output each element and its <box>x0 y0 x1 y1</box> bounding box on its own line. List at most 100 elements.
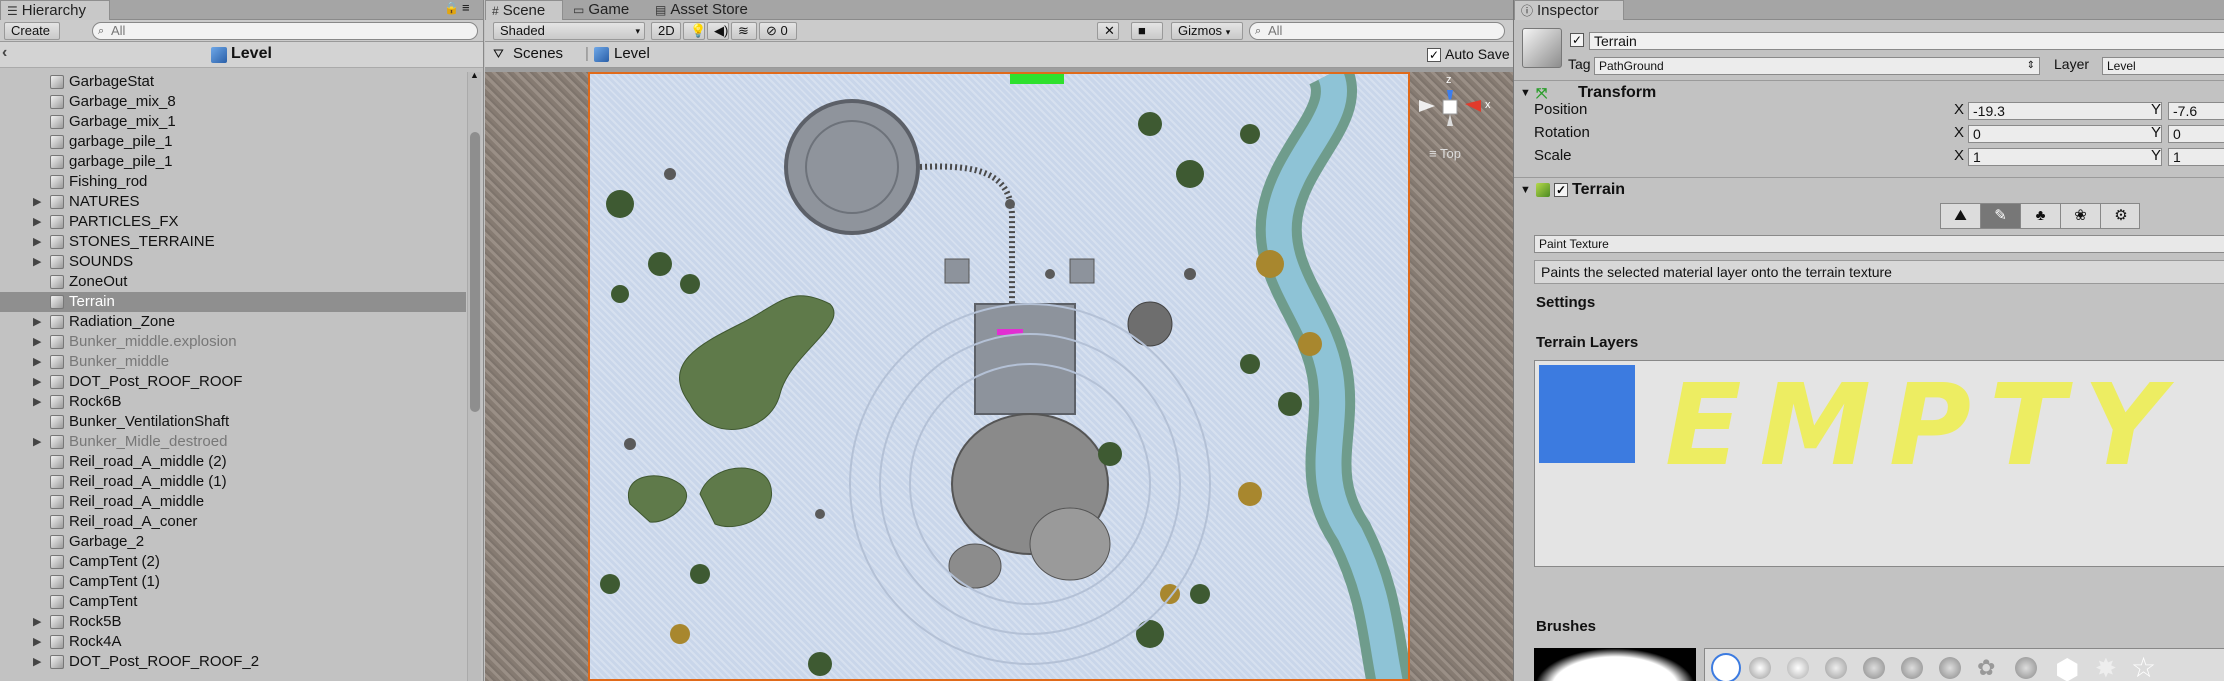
brush-hexagon-icon[interactable]: ⬢ <box>2055 653 2079 681</box>
hierarchy-item[interactable]: ▶ Rock5B <box>0 612 466 632</box>
hierarchy-item[interactable]: ▶ DOT_Post_ROOF_ROOF_2 <box>0 652 466 672</box>
expand-arrow-icon[interactable]: ▶ <box>33 652 41 672</box>
hierarchy-item[interactable]: Fishing_rod <box>0 172 466 192</box>
scrollbar-thumb[interactable] <box>470 132 480 412</box>
tab-asset-store[interactable]: ▤ Asset Store <box>649 0 769 20</box>
hierarchy-item[interactable]: Bunker_VentilationShaft <box>0 412 466 432</box>
hierarchy-item[interactable]: ▶ Radiation_Zone <box>0 312 466 332</box>
expand-arrow-icon[interactable]: ▶ <box>33 432 41 452</box>
hierarchy-item[interactable]: garbage_pile_1 <box>0 152 466 172</box>
terrain-tool-dropdown[interactable]: Paint Texture <box>1534 235 2224 253</box>
hierarchy-item[interactable]: Garbage_mix_8 <box>0 92 466 112</box>
scale-y-field[interactable]: 1 <box>2168 148 2224 166</box>
scene-header[interactable]: ‹ Level <box>0 42 483 68</box>
hierarchy-item[interactable]: Garbage_2 <box>0 532 466 552</box>
hierarchy-item[interactable]: ZoneOut <box>0 272 466 292</box>
position-y-field[interactable]: -7.6 <box>2168 102 2224 120</box>
paint-details-icon[interactable]: ❀ <box>2061 204 2101 228</box>
expand-arrow-icon[interactable]: ▶ <box>33 632 41 652</box>
2d-toggle[interactable]: 2D <box>651 22 681 40</box>
camera-dropdown[interactable]: ■ <box>1131 22 1163 40</box>
brush-noise-icon[interactable] <box>2015 657 2037 679</box>
expand-arrow-icon[interactable]: ▶ <box>33 212 41 232</box>
rotation-y-field[interactable]: 0 <box>2168 125 2224 143</box>
collapse-arrow-icon[interactable]: ▼ <box>1520 178 1531 202</box>
hierarchy-item[interactable]: ▶ PARTICLES_FX <box>0 212 466 232</box>
hierarchy-item[interactable]: CampTent (1) <box>0 572 466 592</box>
collapse-arrow-icon[interactable]: ▼ <box>1520 81 1531 105</box>
hierarchy-item[interactable]: ▶ Bunker_middle <box>0 352 466 372</box>
hierarchy-item[interactable]: Reil_road_A_coner <box>0 512 466 532</box>
tab-scene[interactable]: # Scene <box>485 0 563 20</box>
panel-menu-icon[interactable]: ≡ <box>462 0 470 15</box>
hidden-objects-toggle[interactable]: ⊘ 0 <box>759 22 797 40</box>
hierarchy-item[interactable]: Reil_road_A_middle (1) <box>0 472 466 492</box>
brush-star-outline-icon[interactable]: ☆ <box>2131 651 2156 681</box>
lock-icon[interactable]: 🔒 <box>444 1 459 15</box>
terrain-area[interactable] <box>588 72 1410 681</box>
object-name-field[interactable]: Terrain <box>1589 32 2224 50</box>
layer-dropdown[interactable]: Level <box>2102 57 2224 75</box>
hierarchy-item[interactable]: Reil_road_A_middle (2) <box>0 452 466 472</box>
expand-arrow-icon[interactable]: ▶ <box>33 192 41 212</box>
orientation-gizmo[interactable]: z x ≡ Top <box>1415 74 1495 170</box>
hierarchy-item[interactable]: garbage_pile_1 <box>0 132 466 152</box>
scroll-up-icon[interactable]: ▲ <box>470 70 479 80</box>
hierarchy-item[interactable]: ▶ Bunker_Midle_destroed <box>0 432 466 452</box>
expand-arrow-icon[interactable]: ▶ <box>33 252 41 272</box>
scale-x-field[interactable]: 1 <box>1968 148 2162 166</box>
tools-toggle[interactable]: ✕ <box>1097 22 1119 40</box>
expand-arrow-icon[interactable]: ▶ <box>33 372 41 392</box>
hierarchy-search-input[interactable]: ⌕ All <box>92 22 478 40</box>
active-checkbox[interactable]: ✓ <box>1570 33 1584 47</box>
expand-arrow-icon[interactable]: ▶ <box>33 232 41 252</box>
tab-game[interactable]: ▭ Game <box>567 0 645 20</box>
terrain-component-header[interactable]: ▼ ✓ Terrain <box>1514 177 2224 201</box>
terrain-settings-icon[interactable]: ⚙ <box>2101 204 2141 228</box>
terrain-enabled-checkbox[interactable]: ✓ <box>1554 183 1568 197</box>
hierarchy-item[interactable]: Reil_road_A_middle <box>0 492 466 512</box>
hierarchy-item[interactable]: ▶ STONES_TERRAINE <box>0 232 466 252</box>
brush-noise-icon[interactable] <box>1939 657 1961 679</box>
breadcrumb-scenes[interactable]: Scenes <box>513 45 563 62</box>
breadcrumb-level[interactable]: Level <box>614 45 650 62</box>
expand-arrow-icon[interactable]: ▶ <box>33 612 41 632</box>
hierarchy-item[interactable]: Terrain <box>0 292 466 312</box>
create-button[interactable]: Create ▾ <box>4 22 60 53</box>
effects-dropdown[interactable]: ≋ <box>731 22 757 40</box>
brush-star-icon[interactable]: ✸ <box>2095 653 2117 681</box>
hierarchy-item[interactable]: Garbage_mix_1 <box>0 112 466 132</box>
brush-circle-icon[interactable] <box>1711 653 1741 681</box>
brush-noise-icon[interactable] <box>1901 657 1923 679</box>
expand-arrow-icon[interactable]: ▶ <box>33 332 41 352</box>
hierarchy-scrollbar[interactable]: ▲ <box>467 70 481 681</box>
shading-mode-dropdown[interactable]: Shaded ▾ <box>493 22 645 40</box>
scene-viewport[interactable]: z x ≡ Top <box>485 72 1513 681</box>
auto-save-checkbox[interactable]: ✓ <box>1427 48 1441 62</box>
hierarchy-item[interactable]: ▶ SOUNDS <box>0 252 466 272</box>
tab-hierarchy[interactable]: ☰ Hierarchy <box>0 0 110 20</box>
audio-toggle[interactable]: ◀) <box>707 22 729 40</box>
tag-dropdown[interactable]: PathGround ⇕ <box>1594 57 2040 75</box>
hierarchy-item[interactable]: ▶ NATURES <box>0 192 466 212</box>
rotation-x-field[interactable]: 0 <box>1968 125 2162 143</box>
raise-terrain-icon[interactable]: ⛰ <box>1941 204 1981 228</box>
expand-arrow-icon[interactable]: ▶ <box>33 352 41 372</box>
brush-soft-icon[interactable] <box>1825 657 1847 679</box>
position-x-field[interactable]: -19.3 <box>1968 102 2162 120</box>
lighting-toggle[interactable]: 💡 <box>683 22 706 40</box>
tab-inspector[interactable]: ⓘ Inspector <box>1514 0 1624 20</box>
hierarchy-item[interactable]: CampTent <box>0 592 466 612</box>
brush-soft-icon[interactable] <box>1787 657 1809 679</box>
brush-flower-icon[interactable]: ✿ <box>1977 655 1995 681</box>
hierarchy-item[interactable]: ▶ Bunker_middle.explosion <box>0 332 466 352</box>
back-chevron-icon[interactable]: ‹ <box>2 44 7 62</box>
brush-list[interactable]: ✿ ⬢ ✸ ☆ <box>1704 648 2224 681</box>
hierarchy-item[interactable]: CampTent (2) <box>0 552 466 572</box>
hierarchy-item[interactable]: ▶ Rock6B <box>0 392 466 412</box>
brush-noise-icon[interactable] <box>1863 657 1885 679</box>
expand-arrow-icon[interactable]: ▶ <box>33 312 41 332</box>
layer-swatch[interactable] <box>1539 365 1635 463</box>
hierarchy-item[interactable]: ▶ DOT_Post_ROOF_ROOF <box>0 372 466 392</box>
hierarchy-item[interactable]: GarbageStat <box>0 72 466 92</box>
